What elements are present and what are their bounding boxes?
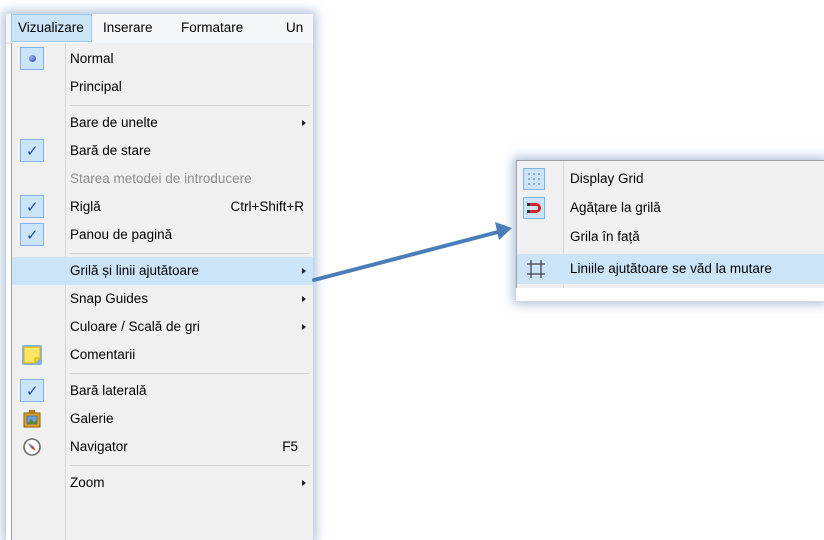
menu-item-grila-in-fata[interactable]: Grila în față xyxy=(517,223,824,251)
menu-item-label: Liniile ajutătoare se văd la mutare xyxy=(570,261,772,276)
menu-item-label: Grila în față xyxy=(570,229,640,244)
menu-item-agatare-la-grila[interactable]: Agățare la grilă xyxy=(517,194,824,222)
crosshair-guides-icon xyxy=(527,260,545,278)
magnet-icon xyxy=(523,197,545,219)
grid-submenu: Display Grid Agățare la grilă Grila în f… xyxy=(516,160,824,288)
grid-submenu-screenshot: Display Grid Agățare la grilă Grila în f… xyxy=(516,160,824,301)
menu-item-label: Agățare la grilă xyxy=(570,200,661,215)
menu-item-liniile-ajutatoare[interactable]: Liniile ajutătoare se văd la mutare xyxy=(517,254,824,284)
menu-item-label: Display Grid xyxy=(570,171,644,186)
grid-dots-icon xyxy=(523,168,545,190)
menu-item-display-grid[interactable]: Display Grid xyxy=(517,165,824,193)
